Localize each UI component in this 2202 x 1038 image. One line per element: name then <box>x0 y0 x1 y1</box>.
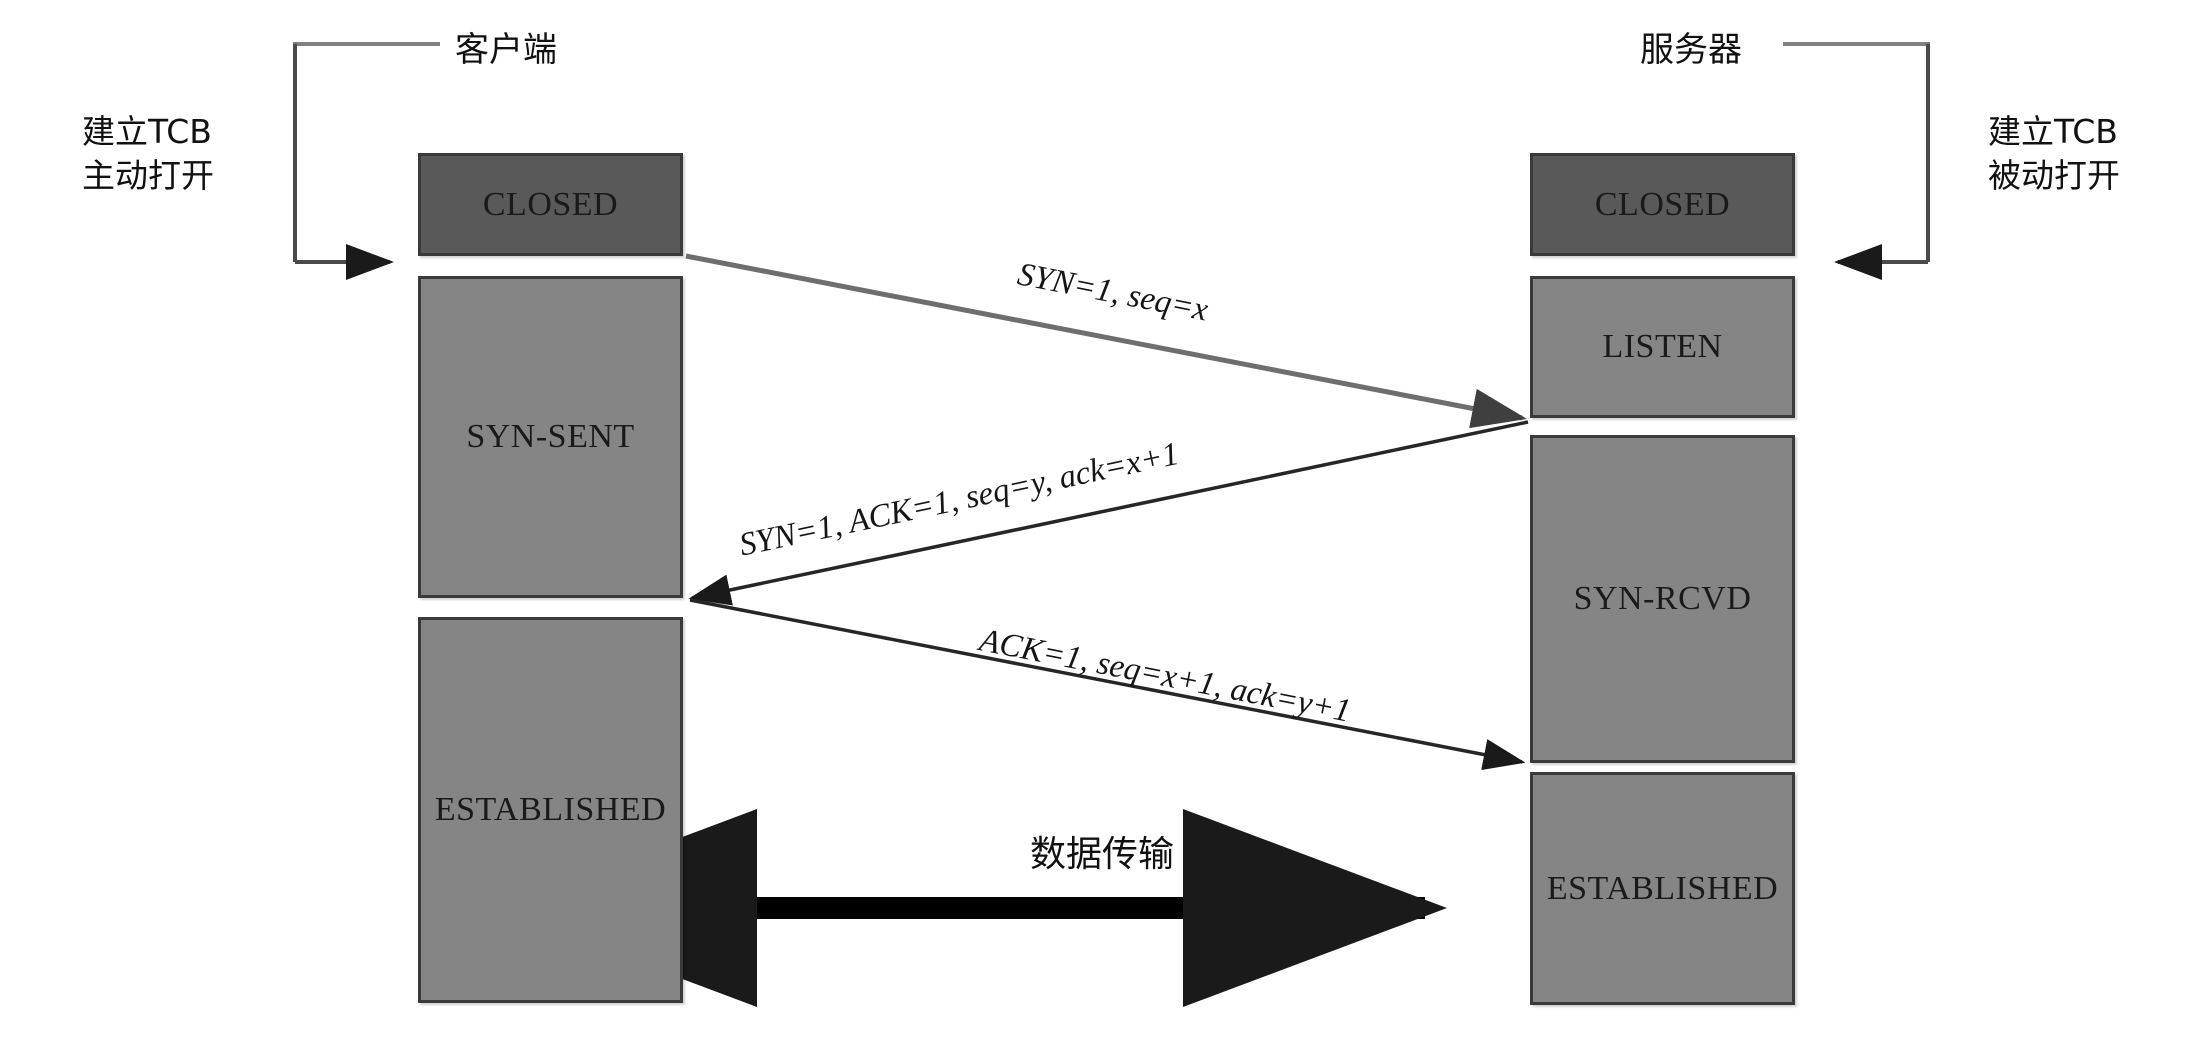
server-state-listen-label: LISTEN <box>1602 328 1723 365</box>
server-note-line1: 建立TCB <box>1988 112 2118 151</box>
arrow-syn-ack <box>688 420 1529 606</box>
client-note-line2: 主动打开 <box>82 155 214 195</box>
server-state-closed-label: CLOSED <box>1594 185 1731 223</box>
client-state-closed[interactable]: CLOSED <box>418 153 683 256</box>
tcp-handshake-diagram: 客户端 服务器 建立TCB 主动打开 建立TCB 被动打开 CLOSED SYN… <box>0 0 2202 1038</box>
server-note-line2: 被动打开 <box>1988 155 2120 195</box>
client-state-syn-sent-label: SYN-SENT <box>466 418 635 455</box>
server-header-connector <box>1783 42 1930 280</box>
data-transfer-label: 数据传输 <box>1030 834 1175 875</box>
client-state-established[interactable]: ESTABLISHED <box>418 617 683 1003</box>
client-note: 建立TCB 主动打开 <box>82 110 214 197</box>
server-title: 服务器 <box>1640 30 1742 70</box>
server-state-syn-rcvd[interactable]: SYN-RCVD <box>1530 435 1795 763</box>
server-state-established[interactable]: ESTABLISHED <box>1530 772 1795 1005</box>
client-state-closed-label: CLOSED <box>482 185 619 223</box>
server-state-listen[interactable]: LISTEN <box>1530 276 1795 418</box>
client-state-established-label: ESTABLISHED <box>434 791 667 828</box>
client-state-syn-sent[interactable]: SYN-SENT <box>418 276 683 598</box>
client-title: 客户端 <box>455 30 557 70</box>
server-state-syn-rcvd-label: SYN-RCVD <box>1573 580 1752 617</box>
diagram-vector-layer <box>293 42 1930 1007</box>
server-state-closed[interactable]: CLOSED <box>1530 153 1795 256</box>
server-state-established-label: ESTABLISHED <box>1546 869 1779 907</box>
server-note: 建立TCB 被动打开 <box>1988 110 2120 197</box>
client-note-line1: 建立TCB <box>82 112 212 151</box>
